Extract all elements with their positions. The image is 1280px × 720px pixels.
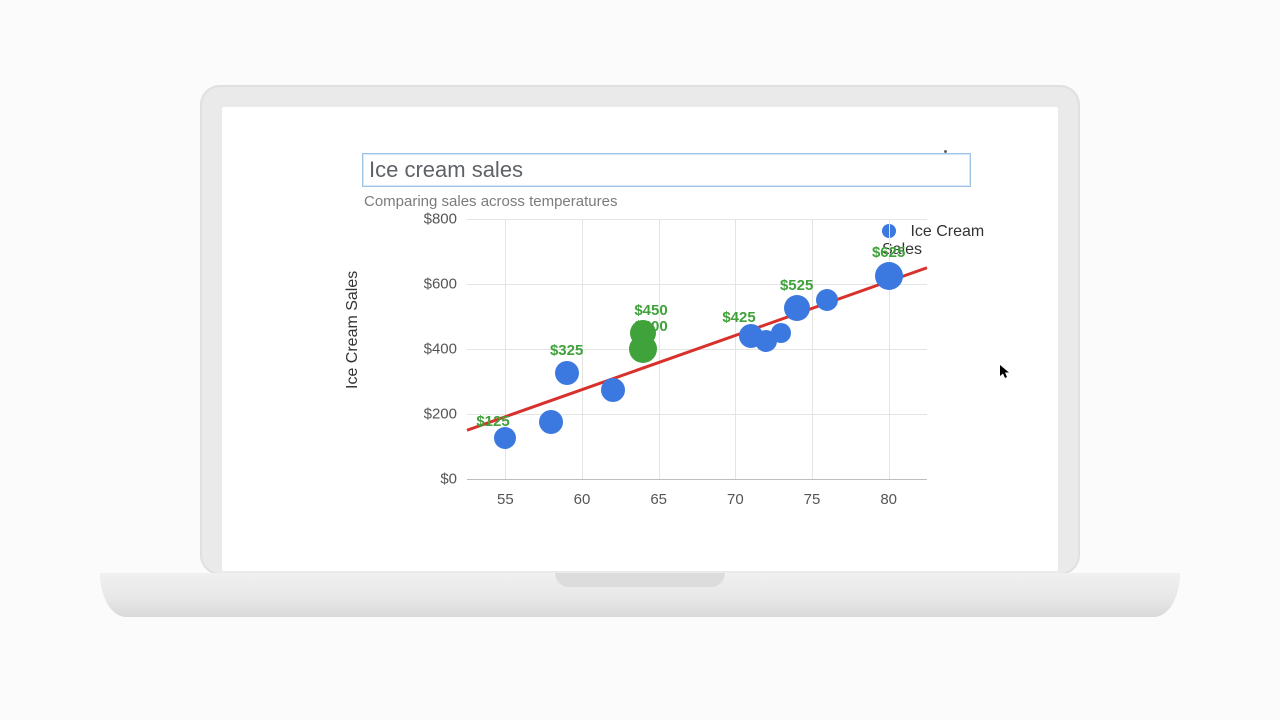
chart-title-input[interactable] <box>362 153 971 187</box>
x-tick: 80 <box>880 491 897 508</box>
data-label: $425 <box>722 309 755 326</box>
data-point[interactable] <box>539 410 563 434</box>
laptop-frame: Comparing sales across temperatures Ice … <box>200 85 1080 620</box>
data-point[interactable] <box>771 323 791 343</box>
trendline <box>467 219 927 479</box>
x-tick: 70 <box>727 491 744 508</box>
data-label: $325 <box>550 342 583 359</box>
laptop-notch <box>555 573 725 587</box>
data-point[interactable] <box>494 427 516 449</box>
y-tick: $0 <box>397 471 457 488</box>
x-axis-line <box>467 479 927 480</box>
y-tick: $200 <box>397 406 457 423</box>
data-label: $525 <box>780 277 813 294</box>
data-label: $450 <box>634 302 667 319</box>
data-point[interactable] <box>555 361 579 385</box>
x-tick: 65 <box>650 491 667 508</box>
data-label: $125 <box>476 413 509 430</box>
data-label: $625 <box>872 244 905 261</box>
x-tick: 55 <box>497 491 514 508</box>
y-tick: $400 <box>397 341 457 358</box>
screen-content: Comparing sales across temperatures Ice … <box>222 107 1058 571</box>
y-axis-title: Ice Cream Sales <box>344 271 362 389</box>
data-point[interactable] <box>784 295 810 321</box>
x-tick: 60 <box>574 491 591 508</box>
laptop-screen: Comparing sales across temperatures Ice … <box>200 85 1080 575</box>
plot-area: $125 $325 $450 $400 $425 <box>467 219 927 479</box>
data-point[interactable] <box>875 262 903 290</box>
cursor-icon <box>1000 365 1010 379</box>
chart-card: Comparing sales across temperatures Ice … <box>292 127 988 561</box>
data-point[interactable] <box>816 289 838 311</box>
data-label: $400 <box>634 318 667 335</box>
y-tick: $600 <box>397 276 457 293</box>
x-tick: 75 <box>804 491 821 508</box>
laptop-base <box>100 573 1180 617</box>
chart-subtitle: Comparing sales across temperatures <box>364 193 617 210</box>
chart-plot: Ice Cream Sales $0 $200 $400 $600 $800 <box>352 219 942 569</box>
data-point[interactable] <box>601 378 625 402</box>
y-tick: $800 <box>397 211 457 228</box>
